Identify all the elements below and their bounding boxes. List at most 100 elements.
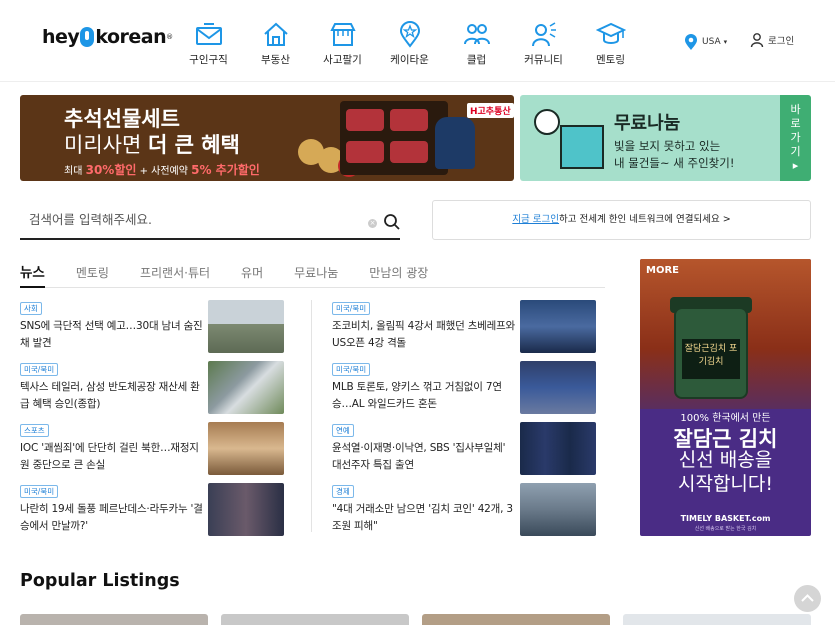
pin-star-icon xyxy=(399,21,420,48)
mail-icon xyxy=(195,23,222,45)
tab-meeting-plaza[interactable]: 만남의 광장 xyxy=(369,262,428,288)
caret-down-icon: ▾ xyxy=(723,38,728,46)
house-icon xyxy=(263,22,288,46)
nav-jobs[interactable]: 구인구직 xyxy=(175,20,242,67)
beef-gift-box-image xyxy=(340,101,448,175)
banner-discount: 최대 30%할인 + 사전예약 5% 추가할인 xyxy=(64,161,260,178)
search-input[interactable] xyxy=(20,208,360,230)
graduation-cap-icon xyxy=(595,22,626,44)
nav-ktown[interactable]: 케이타운 xyxy=(376,20,443,67)
news-thumbnail xyxy=(208,361,284,414)
news-headline: SNS에 극단적 선택 예고…30대 남녀 숨진 채 발견 xyxy=(20,320,203,349)
news-thumbnail xyxy=(520,483,596,536)
category-tag: 사회 xyxy=(20,302,42,315)
tab-mentoring[interactable]: 멘토링 xyxy=(76,262,109,288)
logo-text-hey: hey xyxy=(42,26,80,48)
nav-label: 사고팔기 xyxy=(323,54,362,66)
discount-pre: 최대 xyxy=(64,166,86,177)
chuseok-gift-banner[interactable]: 추석선물세트 미리사면 더 큰 혜택 최대 30%할인 + 사전예약 5% 추가… xyxy=(20,95,514,181)
clear-search-icon[interactable]: × xyxy=(368,219,377,228)
news-thumbnail xyxy=(520,361,596,414)
nav-marketplace[interactable]: 사고팔기 xyxy=(309,20,376,67)
ad-subheadline-1: 신선 배송을 xyxy=(678,449,773,471)
listing-card[interactable] xyxy=(422,614,610,625)
category-tag: 경제 xyxy=(332,485,354,498)
discount-30: 30%할인 xyxy=(85,163,137,177)
listing-card[interactable] xyxy=(20,614,208,625)
news-item[interactable]: 미국/북미 MLB 토론토, 양키스 꺾고 거침없이 7연승…AL 와일드카드 … xyxy=(332,361,597,417)
nav-label: 멘토링 xyxy=(596,54,625,66)
login-link[interactable]: 지금 로그인 xyxy=(512,214,559,225)
news-item[interactable]: 연예 윤석열·이재명·이낙연, SBS '집사부일체' 대선주자 특집 출연 xyxy=(332,422,597,478)
logo[interactable]: hey korean ® xyxy=(42,26,173,48)
search-icon[interactable] xyxy=(383,213,401,231)
chevron-up-icon xyxy=(801,594,814,602)
location-pin-icon xyxy=(685,34,697,50)
region-label: USA xyxy=(702,37,721,47)
region-selector[interactable]: USA ▾ xyxy=(684,33,727,51)
news-item[interactable]: 미국/북미 조코비치, 올림픽 4강서 패했던 츠베레프와 US오픈 4강 격돌 xyxy=(332,300,597,356)
news-item[interactable]: 사회 SNS에 극단적 선택 예고…30대 남녀 숨진 채 발견 xyxy=(20,300,285,356)
news-headline: 나란히 19세 돌풍 페르난데스·라두카누 '결승에서 만날까?' xyxy=(20,503,203,532)
nav-realestate[interactable]: 부동산 xyxy=(242,20,309,67)
header-login[interactable]: 로그인 xyxy=(750,32,794,48)
category-tag: 미국/북미 xyxy=(20,363,59,376)
news-headline: IOC '괘씸죄'에 단단히 걸린 북한…재정지원 중단으로 큰 손실 xyxy=(20,442,199,471)
listing-card[interactable] xyxy=(221,614,409,625)
tab-news[interactable]: 뉴스 xyxy=(20,262,45,288)
news-thumbnail xyxy=(208,483,284,536)
nav-label: 부동산 xyxy=(261,54,290,66)
news-thumbnail xyxy=(208,422,284,475)
tab-free-sharing[interactable]: 무료나눔 xyxy=(294,262,338,288)
news-thumbnail xyxy=(208,300,284,353)
registered-mark: ® xyxy=(166,33,173,41)
main-nav: 구인구직 부동산 사고팔기 케이타운 클럽 커뮤니티 멘토링 xyxy=(175,20,644,67)
sponsor-logo: H고추통산 xyxy=(467,103,514,118)
go-now-button[interactable]: 바로가기 ▸ xyxy=(780,95,811,181)
news-item[interactable]: 미국/북미 텍사스 테일러, 삼성 반도체공장 재산세 환급 혜택 승인(종합) xyxy=(20,361,285,417)
user-icon xyxy=(750,33,764,48)
ad-brand-more: MORE xyxy=(646,265,679,276)
nav-label: 클럽 xyxy=(466,54,487,66)
category-tag: 스포츠 xyxy=(20,424,49,437)
kimchi-ad[interactable]: MORE 잘담근김치 포기김치 100% 한국에서 만든 잘담근 김치 신선 배… xyxy=(640,259,811,536)
ad-line: 100% 한국에서 만든 xyxy=(680,413,771,424)
nav-label: 케이타운 xyxy=(390,54,429,66)
ad-subheadline-2: 시작합니다! xyxy=(677,473,774,495)
banner-subtitle: 미리사면 더 큰 혜택 xyxy=(64,129,240,159)
nav-label: 커뮤니티 xyxy=(524,54,563,66)
news-thumbnail xyxy=(520,422,596,475)
login-prompt: 지금 로그인하고 전세계 한인 네트워크에 연결되세요 > xyxy=(432,200,811,240)
search-bar: × xyxy=(20,200,400,240)
news-item[interactable]: 미국/북미 나란히 19세 돌풍 페르난데스·라두카누 '결승에서 만날까?' xyxy=(20,483,285,539)
tab-freelancer[interactable]: 프리랜서·튜터 xyxy=(140,262,210,288)
news-item[interactable]: 스포츠 IOC '괘씸죄'에 단단히 걸린 북한…재정지원 중단으로 큰 손실 xyxy=(20,422,285,478)
tab-humor[interactable]: 유머 xyxy=(241,262,263,288)
news-divider xyxy=(311,300,312,532)
category-tag: 미국/북미 xyxy=(20,485,59,498)
free-sharing-banner[interactable]: 무료나눔 빛을 보지 못하고 있는 내 물건들~ 새 주인찾기! 바로가기 ▸ xyxy=(520,95,811,181)
news-thumbnail xyxy=(520,300,596,353)
news-headline: MLB 토론토, 양키스 꺾고 거침없이 7연승…AL 와일드카드 혼돈 xyxy=(332,381,502,410)
news-headline: 윤석열·이재명·이낙연, SBS '집사부일체' 대선주자 특집 출연 xyxy=(332,442,506,471)
banner-title: 무료나눔 xyxy=(614,113,681,134)
discount-5: 5% 추가할인 xyxy=(191,163,260,177)
logo-text-korean: korean xyxy=(95,26,167,48)
discount-mid: + 사전예약 xyxy=(136,166,192,177)
nav-club[interactable]: 클럽 xyxy=(443,20,510,67)
nav-mentoring[interactable]: 멘토링 xyxy=(577,20,644,67)
nav-label: 구인구직 xyxy=(189,54,228,66)
banner-desc: 빛을 보지 못하고 있는 xyxy=(614,139,721,153)
category-tag: 미국/북미 xyxy=(332,363,371,376)
nav-community[interactable]: 커뮤니티 xyxy=(510,20,577,67)
character-image xyxy=(435,117,475,169)
banner-subtitle-pre: 미리사면 xyxy=(64,133,148,157)
logo-pin-icon xyxy=(80,27,95,47)
go-now-label: 바로가기 ▸ xyxy=(790,103,801,172)
illustration-person xyxy=(534,109,560,135)
category-tag: 연예 xyxy=(332,424,354,437)
shop-icon xyxy=(329,23,356,46)
scroll-to-top-button[interactable] xyxy=(794,585,821,612)
listing-card[interactable] xyxy=(623,614,811,625)
news-item[interactable]: 경제 "4대 거래소만 남으면 '김치 코인' 42개, 3조원 피해" xyxy=(332,483,597,539)
